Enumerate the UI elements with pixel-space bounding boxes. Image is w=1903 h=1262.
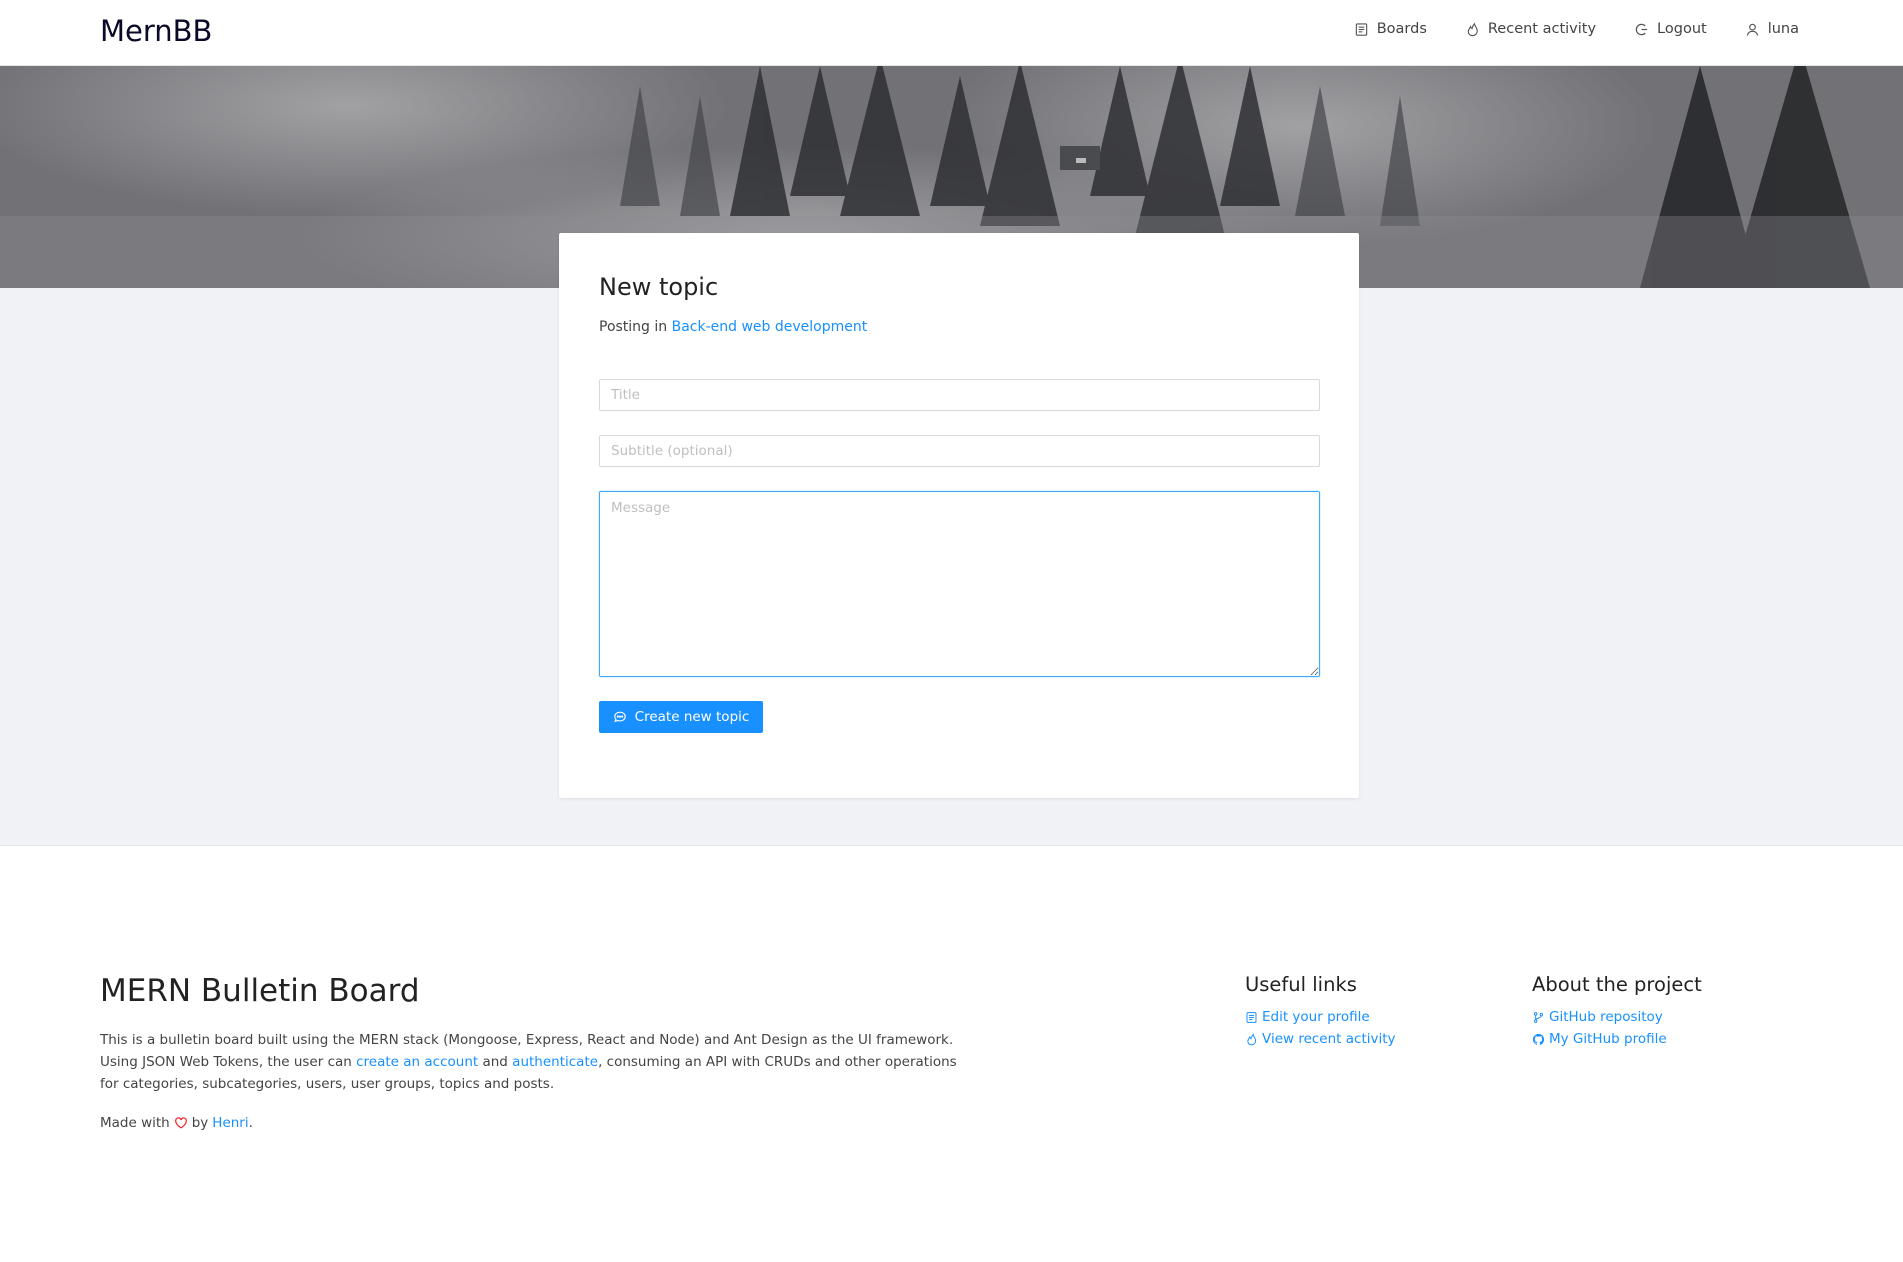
fire-icon — [1247, 1032, 1257, 1045]
nav-item-boards[interactable]: Boards — [1354, 21, 1427, 37]
made-with-text: Made with — [100, 1115, 170, 1131]
author-link[interactable]: Henri — [212, 1115, 248, 1131]
github-profile-label: My GitHub profile — [1549, 1031, 1667, 1047]
github-profile-link[interactable]: My GitHub profile — [1532, 1028, 1702, 1050]
boards-icon — [1355, 22, 1367, 36]
useful-links-section: Useful links Edit your profile View rece… — [1245, 973, 1396, 1050]
comment-icon — [613, 711, 626, 723]
posting-in-line: Posting in Back-end web development — [599, 319, 867, 335]
authenticate-link[interactable]: authenticate — [512, 1054, 598, 1070]
nav-item-logout[interactable]: Logout — [1634, 21, 1707, 37]
made-with-line: Made with by Henri. — [100, 1115, 253, 1131]
branch-icon — [1533, 1011, 1544, 1023]
profile-card-icon — [1246, 1011, 1257, 1023]
board-link[interactable]: Back-end web development — [672, 319, 868, 335]
subtitle-input[interactable] — [599, 435, 1320, 467]
page-title: New topic — [599, 273, 719, 301]
github-icon — [1532, 1033, 1545, 1045]
footer: MERN Bulletin Board This is a bulletin b… — [0, 847, 1903, 1262]
edit-profile-label: Edit your profile — [1262, 1009, 1370, 1025]
logout-icon — [1635, 23, 1648, 35]
create-topic-label: Create new topic — [634, 709, 750, 725]
nav-label-logout: Logout — [1657, 21, 1707, 37]
footer-title: MERN Bulletin Board — [100, 973, 420, 1009]
title-input[interactable] — [599, 379, 1320, 411]
github-repository-label: GitHub repositoy — [1549, 1009, 1663, 1025]
view-recent-activity-label: View recent activity — [1262, 1031, 1396, 1047]
new-topic-card: New topic Posting in Back-end web develo… — [559, 233, 1359, 798]
nav-item-recent-activity[interactable]: Recent activity — [1465, 21, 1596, 37]
create-topic-button[interactable]: Create new topic — [599, 701, 763, 733]
useful-links-title: Useful links — [1245, 973, 1357, 996]
view-recent-activity-link[interactable]: View recent activity — [1245, 1028, 1396, 1050]
about-project-section: About the project GitHub repositoy My Gi… — [1532, 973, 1702, 1050]
nav-label-boards: Boards — [1376, 21, 1427, 37]
by-text: by — [191, 1115, 209, 1131]
user-icon — [1746, 23, 1758, 36]
fire-icon — [1467, 22, 1478, 36]
period-text: . — [248, 1115, 253, 1131]
nav-label-user: luna — [1767, 21, 1799, 37]
nav-menu: Boards Recent activity Logout luna — [1354, 21, 1799, 37]
footer-description: This is a bulletin board built using the… — [100, 1029, 970, 1095]
about-project-title: About the project — [1532, 973, 1702, 996]
heart-icon — [174, 1117, 187, 1129]
nav-item-user[interactable]: luna — [1745, 21, 1799, 37]
edit-profile-link[interactable]: Edit your profile — [1245, 1006, 1396, 1028]
brand-logo[interactable]: MernBB — [100, 14, 212, 48]
desc-text-2: and — [478, 1054, 513, 1070]
posting-prefix: Posting in — [599, 319, 668, 335]
message-textarea[interactable] — [599, 491, 1320, 677]
create-account-link[interactable]: create an account — [356, 1054, 478, 1070]
nav-label-recent-activity: Recent activity — [1487, 21, 1597, 37]
github-repository-link[interactable]: GitHub repositoy — [1532, 1006, 1702, 1028]
top-navbar: MernBB Boards Recent activity Logout lun… — [0, 0, 1903, 66]
